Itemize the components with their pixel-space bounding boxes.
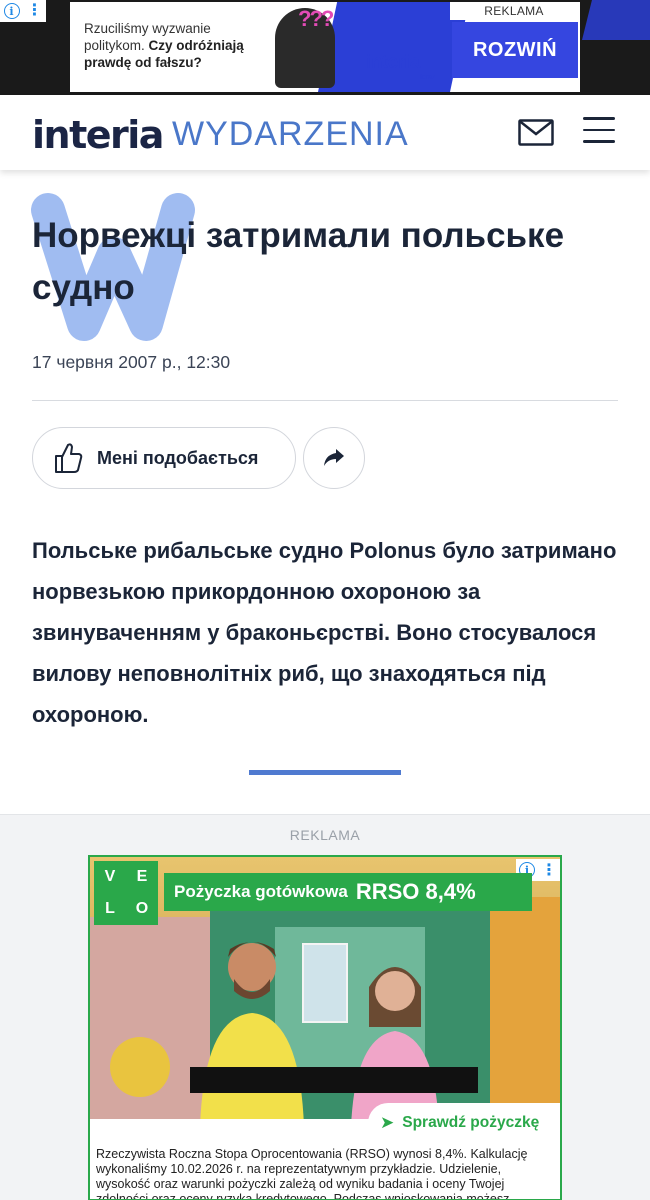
menu-icon[interactable] [583, 117, 615, 147]
ad-woman-figure [351, 967, 439, 1127]
ad-label: REKLAMA [450, 2, 578, 20]
ad-decorative-shape-right [582, 0, 650, 40]
question-marks-graphic: ??? [298, 6, 334, 31]
ad-man-figure [200, 942, 304, 1127]
ad-building-right [485, 897, 560, 1127]
ad-label: REKLAMA [289, 827, 361, 843]
section-name[interactable]: WYDARZENIA [172, 115, 409, 154]
like-button[interactable]: Мені подобається [32, 427, 296, 489]
article-title: Норвежці затримали польське судно [32, 216, 565, 307]
ad-info-badge[interactable]: i ⋮ [0, 0, 46, 22]
ad-text: Rzuciliśmy wyzwanie politykom. Czy odróż… [84, 21, 244, 70]
ad-decorative-shape [318, 2, 470, 92]
site-header: interia WYDARZENIA [0, 95, 650, 170]
article-lead: Польське рибальське судно Polonus було з… [32, 538, 617, 727]
chevron-right-icon: ➤ [380, 1113, 395, 1132]
share-arrow-icon [324, 449, 344, 466]
ad-scooter [110, 1037, 170, 1097]
ad-fine-print-overlay [190, 1067, 478, 1093]
info-icon[interactable]: i [3, 3, 20, 19]
accent-bar [249, 770, 401, 775]
share-button[interactable] [303, 427, 365, 489]
ad-interia-logo: interia [366, 52, 420, 73]
ad-headline: Pożyczka gotówkowa RRSO 8,4% [164, 873, 532, 911]
more-dots-icon[interactable]: ⋮ [27, 3, 43, 19]
interia-logo[interactable]: interia [32, 113, 164, 157]
article-date: 17 червня 2007 р., 12:30 [32, 352, 231, 372]
mail-icon[interactable] [518, 119, 554, 146]
loan-ad[interactable]: V E L O i ⋮ Pożyczka gotówkowa RRSO 8,4%… [88, 855, 562, 1200]
top-ad-banner[interactable]: i ⋮ Rzuciliśmy wyzwanie politykom. Czy o… [0, 0, 650, 95]
thumbs-up-icon [55, 443, 83, 473]
divider [32, 400, 618, 401]
more-dots-icon[interactable]: ⋮ [541, 860, 557, 880]
check-loan-button[interactable]: ➤ Sprawdź pożyczkę [368, 1103, 560, 1143]
velo-logo: V E L O [94, 861, 158, 925]
expand-ad-button[interactable]: ROZWIŃ [452, 22, 578, 78]
ad-logo-sub: teraz [420, 74, 436, 81]
like-label: Мені подобається [97, 447, 259, 468]
bottom-ad-section: REKLAMA V E L O i ⋮ Pożyczka gotówkowa R… [0, 814, 650, 1200]
ad-rate: RRSO 8,4% [355, 879, 476, 904]
